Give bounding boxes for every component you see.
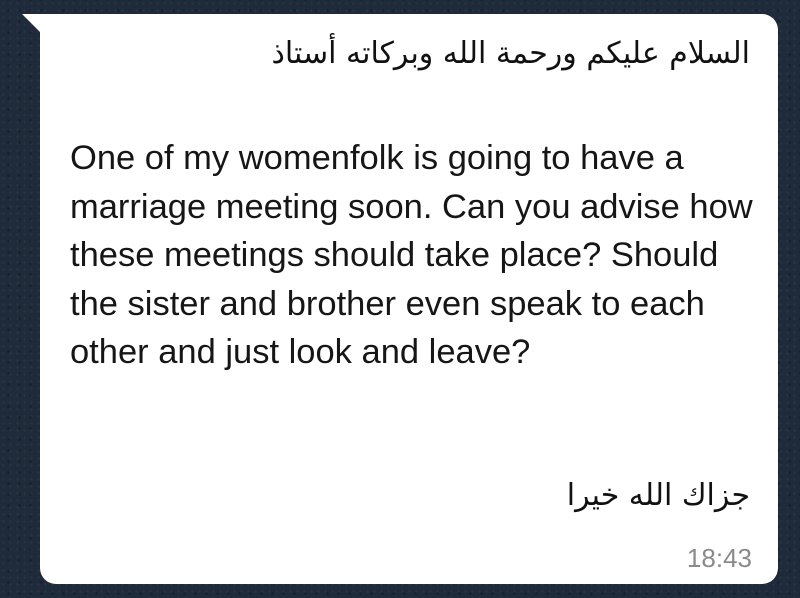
message-body: One of my womenfolk is going to have a m…	[70, 139, 753, 371]
message-greeting: السلام عليكم ورحمة الله وبركاته أستاذ	[271, 36, 750, 71]
chat-background: السلام عليكم ورحمة الله وبركاته أستاذ On…	[0, 0, 800, 598]
message-bubble[interactable]: السلام عليكم ورحمة الله وبركاته أستاذ On…	[40, 14, 778, 584]
message-closing: جزاك الله خيرا	[566, 478, 750, 513]
message-timestamp: 18:43	[686, 543, 752, 573]
